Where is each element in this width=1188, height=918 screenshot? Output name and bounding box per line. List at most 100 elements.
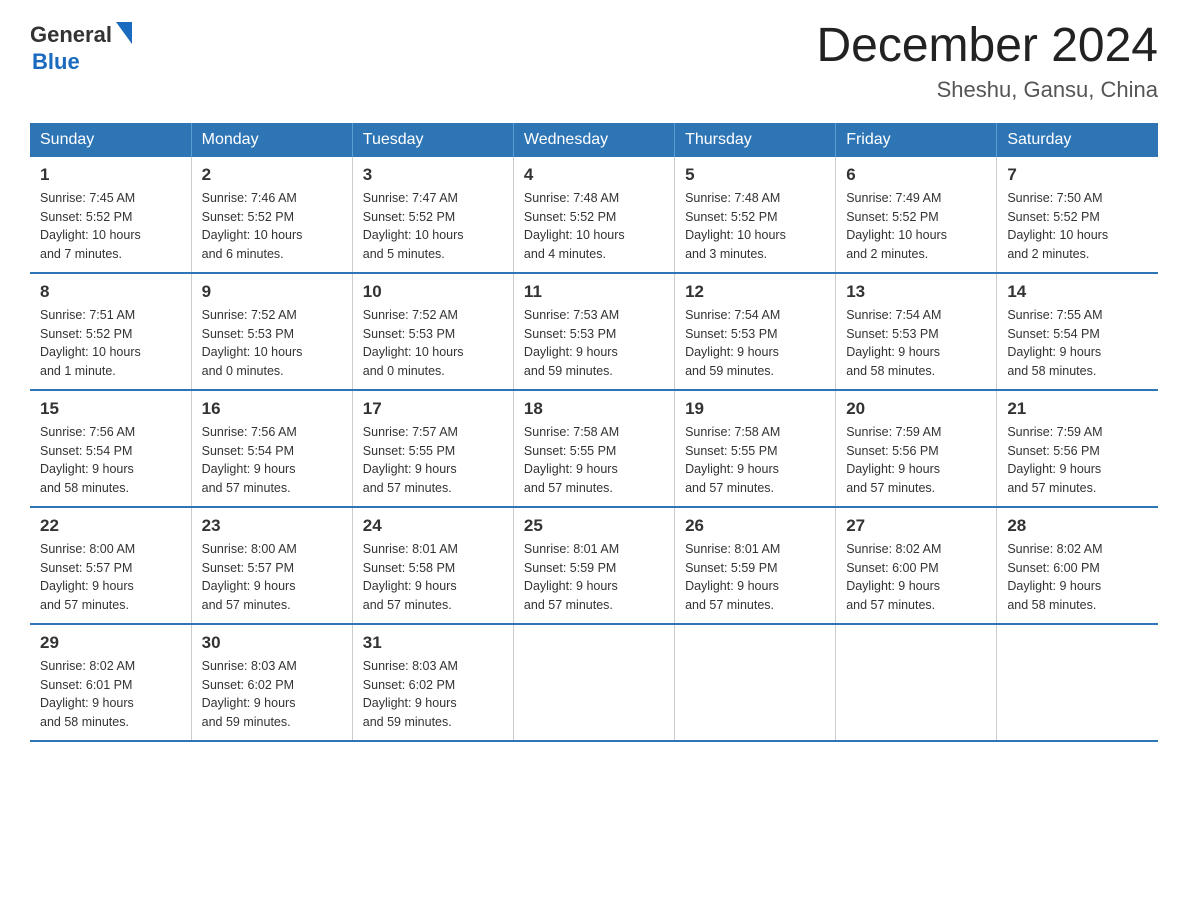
day-number: 18 bbox=[524, 399, 664, 419]
calendar-day: 14 Sunrise: 7:55 AM Sunset: 5:54 PM Dayli… bbox=[997, 273, 1158, 390]
calendar-day: 27 Sunrise: 8:02 AM Sunset: 6:00 PM Dayli… bbox=[836, 507, 997, 624]
day-number: 31 bbox=[363, 633, 503, 653]
calendar-day: 8 Sunrise: 7:51 AM Sunset: 5:52 PM Daylig… bbox=[30, 273, 191, 390]
day-info: Sunrise: 7:58 AM Sunset: 5:55 PM Dayligh… bbox=[685, 423, 825, 498]
calendar-day bbox=[675, 624, 836, 741]
calendar-day: 26 Sunrise: 8:01 AM Sunset: 5:59 PM Dayli… bbox=[675, 507, 836, 624]
day-number: 17 bbox=[363, 399, 503, 419]
day-info: Sunrise: 7:52 AM Sunset: 5:53 PM Dayligh… bbox=[202, 306, 342, 381]
col-tuesday: Tuesday bbox=[352, 123, 513, 157]
calendar-day: 2 Sunrise: 7:46 AM Sunset: 5:52 PM Daylig… bbox=[191, 157, 352, 273]
day-info: Sunrise: 7:54 AM Sunset: 5:53 PM Dayligh… bbox=[846, 306, 986, 381]
calendar-day: 30 Sunrise: 8:03 AM Sunset: 6:02 PM Dayli… bbox=[191, 624, 352, 741]
calendar-body: 1 Sunrise: 7:45 AM Sunset: 5:52 PM Daylig… bbox=[30, 157, 1158, 741]
calendar-day: 29 Sunrise: 8:02 AM Sunset: 6:01 PM Dayli… bbox=[30, 624, 191, 741]
calendar-day: 31 Sunrise: 8:03 AM Sunset: 6:02 PM Dayli… bbox=[352, 624, 513, 741]
day-info: Sunrise: 7:56 AM Sunset: 5:54 PM Dayligh… bbox=[202, 423, 342, 498]
day-info: Sunrise: 7:53 AM Sunset: 5:53 PM Dayligh… bbox=[524, 306, 664, 381]
calendar-day bbox=[513, 624, 674, 741]
calendar-day: 18 Sunrise: 7:58 AM Sunset: 5:55 PM Dayli… bbox=[513, 390, 674, 507]
day-number: 12 bbox=[685, 282, 825, 302]
day-info: Sunrise: 7:58 AM Sunset: 5:55 PM Dayligh… bbox=[524, 423, 664, 498]
calendar-day: 1 Sunrise: 7:45 AM Sunset: 5:52 PM Daylig… bbox=[30, 157, 191, 273]
col-friday: Friday bbox=[836, 123, 997, 157]
day-number: 20 bbox=[846, 399, 986, 419]
day-info: Sunrise: 7:52 AM Sunset: 5:53 PM Dayligh… bbox=[363, 306, 503, 381]
day-number: 28 bbox=[1007, 516, 1148, 536]
day-number: 14 bbox=[1007, 282, 1148, 302]
day-info: Sunrise: 7:45 AM Sunset: 5:52 PM Dayligh… bbox=[40, 189, 181, 264]
day-number: 27 bbox=[846, 516, 986, 536]
col-sunday: Sunday bbox=[30, 123, 191, 157]
day-info: Sunrise: 7:48 AM Sunset: 5:52 PM Dayligh… bbox=[524, 189, 664, 264]
day-info: Sunrise: 8:00 AM Sunset: 5:57 PM Dayligh… bbox=[40, 540, 181, 615]
day-number: 21 bbox=[1007, 399, 1148, 419]
col-saturday: Saturday bbox=[997, 123, 1158, 157]
day-info: Sunrise: 8:03 AM Sunset: 6:02 PM Dayligh… bbox=[363, 657, 503, 732]
header-row: Sunday Monday Tuesday Wednesday Thursday… bbox=[30, 123, 1158, 157]
calendar-header: Sunday Monday Tuesday Wednesday Thursday… bbox=[30, 123, 1158, 157]
calendar-day: 15Sunrise: 7:56 AM Sunset: 5:54 PM Dayli… bbox=[30, 390, 191, 507]
day-info: Sunrise: 8:02 AM Sunset: 6:01 PM Dayligh… bbox=[40, 657, 181, 732]
calendar-day: 19Sunrise: 7:58 AM Sunset: 5:55 PM Dayli… bbox=[675, 390, 836, 507]
day-number: 11 bbox=[524, 282, 664, 302]
calendar-day: 9 Sunrise: 7:52 AM Sunset: 5:53 PM Daylig… bbox=[191, 273, 352, 390]
day-number: 30 bbox=[202, 633, 342, 653]
col-thursday: Thursday bbox=[675, 123, 836, 157]
day-info: Sunrise: 7:54 AM Sunset: 5:53 PM Dayligh… bbox=[685, 306, 825, 381]
day-number: 5 bbox=[685, 165, 825, 185]
day-number: 26 bbox=[685, 516, 825, 536]
day-number: 24 bbox=[363, 516, 503, 536]
day-info: Sunrise: 8:02 AM Sunset: 6:00 PM Dayligh… bbox=[846, 540, 986, 615]
calendar-day: 20 Sunrise: 7:59 AM Sunset: 5:56 PM Dayli… bbox=[836, 390, 997, 507]
calendar-day: 12 Sunrise: 7:54 AM Sunset: 5:53 PM Dayli… bbox=[675, 273, 836, 390]
day-info: Sunrise: 7:56 AM Sunset: 5:54 PM Dayligh… bbox=[40, 423, 181, 498]
day-number: 1 bbox=[40, 165, 181, 185]
day-info: Sunrise: 8:01 AM Sunset: 5:58 PM Dayligh… bbox=[363, 540, 503, 615]
calendar-week-row: 22Sunrise: 8:00 AM Sunset: 5:57 PM Dayli… bbox=[30, 507, 1158, 624]
calendar-week-row: 8 Sunrise: 7:51 AM Sunset: 5:52 PM Daylig… bbox=[30, 273, 1158, 390]
calendar-day: 21 Sunrise: 7:59 AM Sunset: 5:56 PM Dayli… bbox=[997, 390, 1158, 507]
calendar-table: Sunday Monday Tuesday Wednesday Thursday… bbox=[30, 123, 1158, 742]
day-number: 29 bbox=[40, 633, 181, 653]
day-info: Sunrise: 8:00 AM Sunset: 5:57 PM Dayligh… bbox=[202, 540, 342, 615]
logo-general-text: General bbox=[30, 22, 112, 48]
calendar-day: 25Sunrise: 8:01 AM Sunset: 5:59 PM Dayli… bbox=[513, 507, 674, 624]
title-section: December 2024 Sheshu, Gansu, China bbox=[816, 20, 1158, 103]
day-info: Sunrise: 8:02 AM Sunset: 6:00 PM Dayligh… bbox=[1007, 540, 1148, 615]
calendar-week-row: 29 Sunrise: 8:02 AM Sunset: 6:01 PM Dayli… bbox=[30, 624, 1158, 741]
day-number: 16 bbox=[202, 399, 342, 419]
calendar-day: 6Sunrise: 7:49 AM Sunset: 5:52 PM Daylig… bbox=[836, 157, 997, 273]
day-number: 9 bbox=[202, 282, 342, 302]
col-wednesday: Wednesday bbox=[513, 123, 674, 157]
calendar-day bbox=[836, 624, 997, 741]
day-info: Sunrise: 8:03 AM Sunset: 6:02 PM Dayligh… bbox=[202, 657, 342, 732]
calendar-week-row: 15Sunrise: 7:56 AM Sunset: 5:54 PM Dayli… bbox=[30, 390, 1158, 507]
day-info: Sunrise: 7:59 AM Sunset: 5:56 PM Dayligh… bbox=[1007, 423, 1148, 498]
day-info: Sunrise: 8:01 AM Sunset: 5:59 PM Dayligh… bbox=[524, 540, 664, 615]
day-number: 8 bbox=[40, 282, 181, 302]
day-info: Sunrise: 7:50 AM Sunset: 5:52 PM Dayligh… bbox=[1007, 189, 1148, 264]
day-info: Sunrise: 7:55 AM Sunset: 5:54 PM Dayligh… bbox=[1007, 306, 1148, 381]
day-info: Sunrise: 7:51 AM Sunset: 5:52 PM Dayligh… bbox=[40, 306, 181, 381]
day-info: Sunrise: 7:47 AM Sunset: 5:52 PM Dayligh… bbox=[363, 189, 503, 264]
calendar-day: 17Sunrise: 7:57 AM Sunset: 5:55 PM Dayli… bbox=[352, 390, 513, 507]
calendar-day: 5 Sunrise: 7:48 AM Sunset: 5:52 PM Daylig… bbox=[675, 157, 836, 273]
calendar-day: 3Sunrise: 7:47 AM Sunset: 5:52 PM Daylig… bbox=[352, 157, 513, 273]
page-header: General Blue December 2024 Sheshu, Gansu… bbox=[30, 20, 1158, 103]
day-info: Sunrise: 7:49 AM Sunset: 5:52 PM Dayligh… bbox=[846, 189, 986, 264]
day-info: Sunrise: 7:46 AM Sunset: 5:52 PM Dayligh… bbox=[202, 189, 342, 264]
logo-flag-icon bbox=[116, 22, 132, 49]
calendar-day: 28 Sunrise: 8:02 AM Sunset: 6:00 PM Dayli… bbox=[997, 507, 1158, 624]
calendar-week-row: 1 Sunrise: 7:45 AM Sunset: 5:52 PM Daylig… bbox=[30, 157, 1158, 273]
day-info: Sunrise: 8:01 AM Sunset: 5:59 PM Dayligh… bbox=[685, 540, 825, 615]
calendar-day: 22Sunrise: 8:00 AM Sunset: 5:57 PM Dayli… bbox=[30, 507, 191, 624]
day-number: 4 bbox=[524, 165, 664, 185]
calendar-day: 10Sunrise: 7:52 AM Sunset: 5:53 PM Dayli… bbox=[352, 273, 513, 390]
day-info: Sunrise: 7:48 AM Sunset: 5:52 PM Dayligh… bbox=[685, 189, 825, 264]
day-number: 2 bbox=[202, 165, 342, 185]
day-info: Sunrise: 7:59 AM Sunset: 5:56 PM Dayligh… bbox=[846, 423, 986, 498]
day-number: 13 bbox=[846, 282, 986, 302]
logo: General Blue bbox=[30, 20, 132, 75]
day-number: 7 bbox=[1007, 165, 1148, 185]
